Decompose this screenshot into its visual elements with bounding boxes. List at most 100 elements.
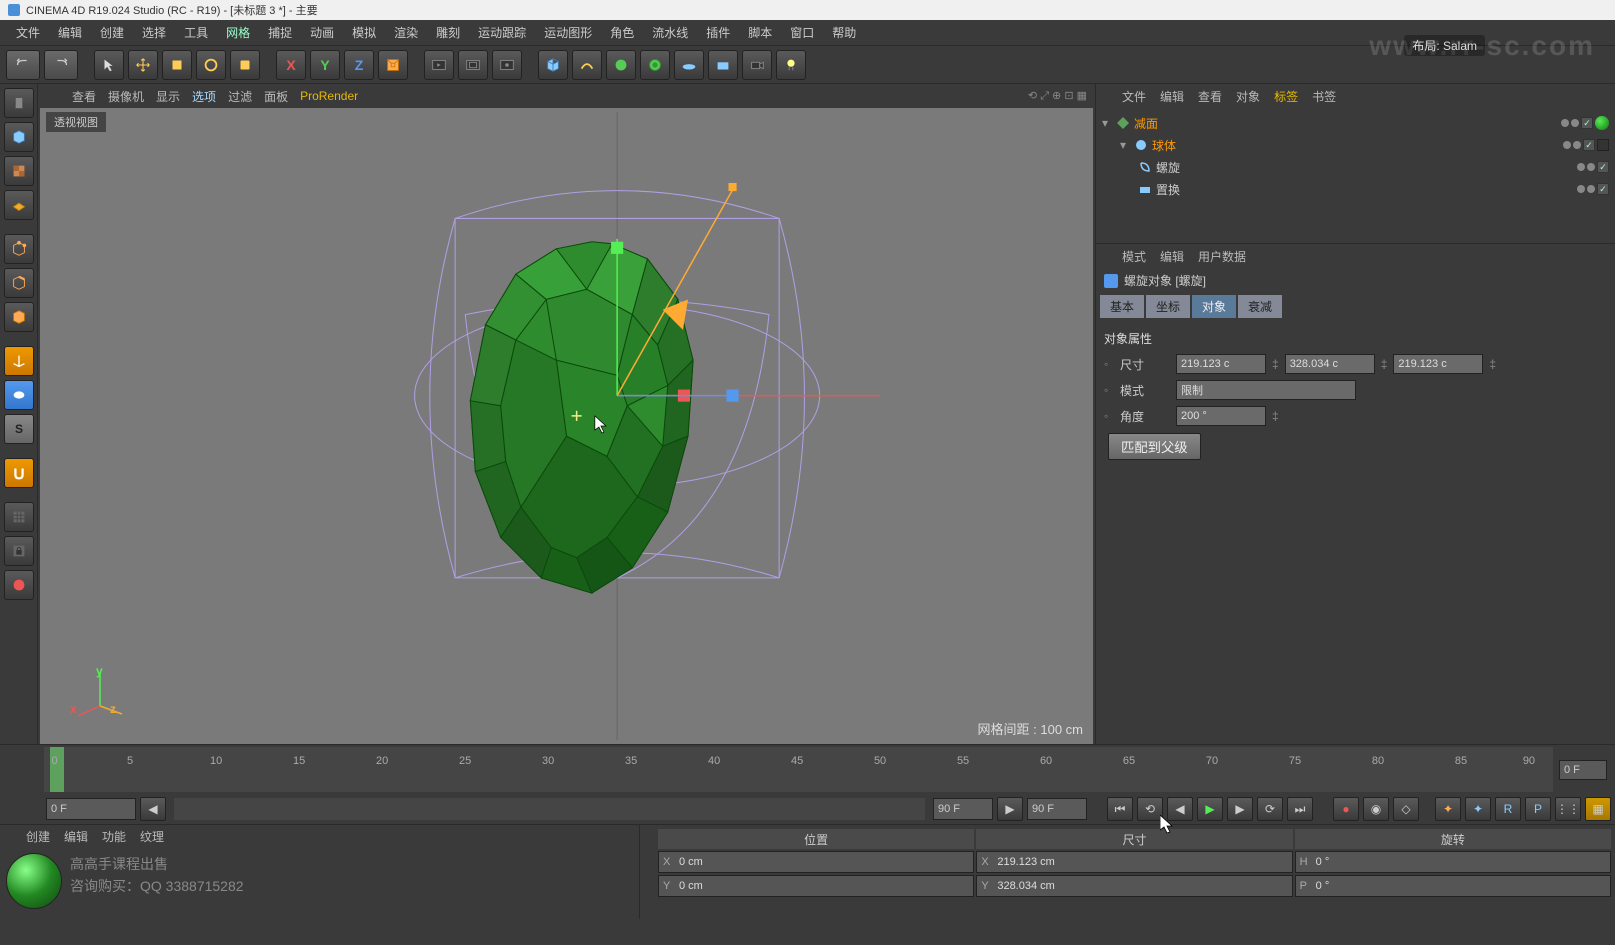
axis-z-toggle[interactable]: Z [344, 50, 374, 80]
range-next-button[interactable]: ▶ [997, 797, 1023, 821]
polygon-mode-button[interactable] [4, 302, 34, 332]
om-menu-object[interactable]: 对象 [1236, 88, 1260, 105]
locked-workplane-button[interactable] [4, 536, 34, 566]
menu-edit[interactable]: 编辑 [50, 21, 90, 44]
mm-menu-edit[interactable]: 编辑 [64, 828, 88, 845]
snap-mode-button[interactable]: S [4, 414, 34, 444]
vp-menu-prorender[interactable]: ProRender [300, 89, 358, 103]
angle-input[interactable]: 200 ° [1176, 406, 1266, 426]
om-menu-view[interactable]: 查看 [1198, 88, 1222, 105]
menu-snap[interactable]: 捕捉 [260, 21, 300, 44]
deformer-button[interactable] [640, 50, 670, 80]
generator-button[interactable] [606, 50, 636, 80]
material-tag-icon[interactable] [1595, 116, 1609, 130]
select-tool[interactable] [94, 50, 124, 80]
om-menu-file[interactable]: 文件 [1122, 88, 1146, 105]
rotate-tool[interactable] [196, 50, 226, 80]
lasttool-button[interactable] [230, 50, 260, 80]
menu-anim[interactable]: 动画 [302, 21, 342, 44]
object-tree[interactable]: ▾ 减面 ✓ ▾ 球体 ✓ 螺旋 ✓ [1096, 108, 1615, 204]
tab-object[interactable]: 对象 [1192, 295, 1236, 318]
axis-y-toggle[interactable]: Y [310, 50, 340, 80]
pos-y-input[interactable]: Y0 cm [658, 875, 974, 897]
move-tool[interactable] [128, 50, 158, 80]
redo-button[interactable] [44, 50, 78, 80]
size-z-input[interactable]: 219.123 c [1393, 354, 1483, 374]
menu-file[interactable]: 文件 [8, 21, 48, 44]
key-param-button[interactable]: P [1525, 797, 1551, 821]
axis-x-toggle[interactable]: X [276, 50, 306, 80]
next-frame-button[interactable]: ▶ [1227, 797, 1253, 821]
tab-falloff[interactable]: 衰减 [1238, 295, 1282, 318]
tree-item-displace[interactable]: 置换 ✓ [1102, 178, 1609, 200]
mm-menu-texture[interactable]: 纹理 [140, 828, 164, 845]
tab-coord[interactable]: 坐标 [1146, 295, 1190, 318]
workplane2-button[interactable] [4, 502, 34, 532]
texture-mode-button[interactable] [4, 156, 34, 186]
environment-button[interactable] [674, 50, 704, 80]
key-all-button[interactable]: ▦ [1585, 797, 1611, 821]
keyframe-sel-button[interactable]: ◇ [1393, 797, 1419, 821]
size-y-input[interactable]: 328.034 c [1285, 354, 1375, 374]
rot-p-input[interactable]: P0 ° [1295, 875, 1611, 897]
xp-tag-icon[interactable] [1597, 139, 1609, 151]
rot-h-input[interactable]: H0 ° [1295, 851, 1611, 873]
menu-pipeline[interactable]: 流水线 [644, 21, 696, 44]
mm-menu-function[interactable]: 功能 [102, 828, 126, 845]
am-menu-edit[interactable]: 编辑 [1160, 248, 1184, 265]
model-mode-button[interactable] [4, 122, 34, 152]
menu-character[interactable]: 角色 [602, 21, 642, 44]
mode-select[interactable]: 限制 [1176, 380, 1356, 400]
key-rot-button[interactable]: R [1495, 797, 1521, 821]
menu-sculpt[interactable]: 雕刻 [428, 21, 468, 44]
tab-basic[interactable]: 基本 [1100, 295, 1144, 318]
size-x-input[interactable]: X219.123 cm [976, 851, 1292, 873]
make-editable-button[interactable] [4, 88, 34, 118]
menu-render[interactable]: 渲染 [386, 21, 426, 44]
key-scale-button[interactable]: ✦ [1465, 797, 1491, 821]
next-key-button[interactable]: ⟳ [1257, 797, 1283, 821]
vp-menu-filter[interactable]: 过滤 [228, 88, 252, 105]
om-menu-tags[interactable]: 标签 [1274, 88, 1298, 105]
mm-menu-create[interactable]: 创建 [26, 828, 50, 845]
goto-start-button[interactable]: ⏮ [1107, 797, 1133, 821]
undo-button[interactable] [6, 50, 40, 80]
menu-sim[interactable]: 模拟 [344, 21, 384, 44]
render-settings-button[interactable] [492, 50, 522, 80]
camera-button[interactable] [708, 50, 738, 80]
key-pla-button[interactable]: ⋮⋮ [1555, 797, 1581, 821]
am-menu-mode[interactable]: 模式 [1122, 248, 1146, 265]
playhead[interactable] [50, 747, 64, 792]
om-menu-edit[interactable]: 编辑 [1160, 88, 1184, 105]
tweak-mode-button[interactable] [4, 380, 34, 410]
vp-menu-panel[interactable]: 面板 [264, 88, 288, 105]
menu-motiontrack[interactable]: 运动跟踪 [470, 21, 534, 44]
range-start-input[interactable] [46, 798, 136, 820]
prev-key-button[interactable]: ⟲ [1137, 797, 1163, 821]
size-y-input[interactable]: Y328.034 cm [976, 875, 1292, 897]
menu-help[interactable]: 帮助 [824, 21, 864, 44]
om-menu-bookmarks[interactable]: 书签 [1312, 88, 1336, 105]
pos-x-input[interactable]: X0 cm [658, 851, 974, 873]
prev-frame-button[interactable]: ◀ [1167, 797, 1193, 821]
key-pos-button[interactable]: ✦ [1435, 797, 1461, 821]
fit-to-parent-button[interactable]: 匹配到父级 [1108, 433, 1201, 460]
tree-item-twist[interactable]: 螺旋 ✓ [1102, 156, 1609, 178]
render-button[interactable] [424, 50, 454, 80]
timeline-end-input[interactable] [1559, 760, 1607, 780]
viewport[interactable]: 透视视图 [40, 108, 1093, 744]
camera-add-button[interactable] [742, 50, 772, 80]
tree-item-reduce[interactable]: ▾ 减面 ✓ [1102, 112, 1609, 134]
scale-tool[interactable] [162, 50, 192, 80]
range-prev-button[interactable]: ◀ [140, 797, 166, 821]
range-end-input[interactable] [933, 798, 993, 820]
viewport-nav-icons[interactable]: ⟲ ⤢ ⊕ ⊡ ▦ [1028, 89, 1087, 103]
menu-mograph[interactable]: 运动图形 [536, 21, 600, 44]
tree-item-sphere[interactable]: ▾ 球体 ✓ [1102, 134, 1609, 156]
point-mode-button[interactable] [4, 234, 34, 264]
menu-script[interactable]: 脚本 [740, 21, 780, 44]
current-frame-input[interactable] [1027, 798, 1087, 820]
autokey-button[interactable]: ◉ [1363, 797, 1389, 821]
goto-end-button[interactable]: ⏭ [1287, 797, 1313, 821]
record-button[interactable]: ● [1333, 797, 1359, 821]
